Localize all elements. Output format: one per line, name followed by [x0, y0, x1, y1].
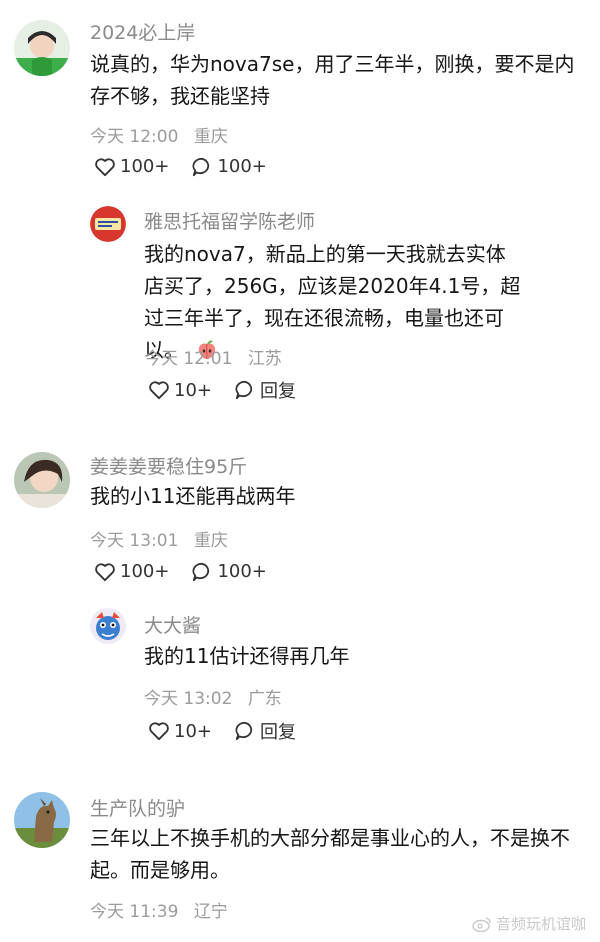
comment-text: 三年以上不换手机的大部分都是事业心的人，不是换不起。而是够用。 [90, 826, 570, 882]
comment-bubble-icon [192, 562, 210, 581]
reply-text: 我的11估计还得再几年 [144, 644, 350, 668]
like-button[interactable]: 10+ [148, 721, 212, 742]
reply-button[interactable]: 回复 [234, 377, 296, 403]
like-count: 10+ [174, 379, 212, 401]
avatar[interactable] [14, 20, 70, 76]
comment-bubble-icon [192, 157, 210, 176]
like-button[interactable]: 100+ [94, 561, 169, 582]
comment-meta: 今天 11:39 辽宁 [90, 897, 238, 922]
reply-username[interactable]: 大大酱 [144, 611, 201, 638]
reply-count-button[interactable]: 100+ [191, 156, 267, 177]
heart-icon [149, 722, 169, 741]
avatar[interactable] [14, 452, 70, 508]
weibo-icon [472, 916, 491, 932]
reply-actions: 10+ 回复 [148, 377, 318, 403]
like-count: 100+ [120, 561, 170, 582]
reply-label: 回复 [260, 722, 296, 743]
comment-feed: 2024必上岸 说真的，华为nova7se，用了三年半，刚换，要不是内存不够，我… [0, 0, 600, 942]
comment-bubble-icon [235, 721, 253, 741]
heart-icon [149, 381, 169, 400]
comment-text: 说真的，华为nova7se，用了三年半，刚换，要不是内存不够，我还能坚持 [90, 52, 575, 108]
comment-meta: 今天 12:00 重庆 [90, 122, 238, 147]
heart-icon [95, 562, 115, 581]
reply-avatar[interactable] [90, 608, 126, 644]
comment-text: 我的小11还能再战两年 [90, 484, 296, 508]
comment-meta: 今天 13:01 重庆 [90, 526, 238, 551]
comment-time: 今天 13:01 [90, 531, 179, 551]
reply-count: 100+ [217, 156, 267, 177]
reply-actions: 10+ 回复 [148, 718, 318, 744]
comment-username[interactable]: 生产队的驴 [90, 794, 185, 821]
comment-actions: 100+ 100+ [94, 561, 289, 582]
like-count: 100+ [120, 156, 170, 177]
reply-label: 回复 [260, 381, 296, 402]
comment-time: 今天 11:39 [90, 902, 179, 922]
reply-button[interactable]: 回复 [234, 718, 296, 744]
reply-location: 江苏 [247, 349, 282, 369]
comment-username[interactable]: 姜姜姜要稳住95斤 [90, 452, 247, 479]
watermark: 音频玩机谊咖 [472, 913, 586, 934]
like-button[interactable]: 100+ [94, 156, 169, 177]
watermark-text: 音频玩机谊咖 [495, 915, 586, 933]
reply-count-button[interactable]: 100+ [191, 561, 267, 582]
like-count: 10+ [174, 720, 212, 742]
reply-time: 今天 12:01 [144, 349, 233, 369]
heart-icon [95, 157, 115, 176]
reply-meta: 今天 13:02 广东 [144, 684, 292, 709]
comment-location: 重庆 [193, 127, 228, 147]
reply-avatar[interactable] [90, 206, 126, 242]
comment-username[interactable]: 2024必上岸 [90, 18, 195, 45]
reply-username[interactable]: 雅思托福留学陈老师 [144, 207, 315, 234]
like-button[interactable]: 10+ [148, 380, 212, 401]
avatar[interactable] [14, 792, 70, 848]
comment-bubble-icon [235, 380, 253, 400]
comment-actions: 100+ 100+ [94, 156, 289, 177]
reply-location: 广东 [247, 689, 282, 709]
comment-time: 今天 12:00 [90, 127, 179, 147]
comment-location: 重庆 [193, 531, 228, 551]
reply-count: 100+ [217, 561, 267, 582]
reply-time: 今天 13:02 [144, 689, 233, 709]
reply-meta: 今天 12:01 江苏 [144, 344, 292, 369]
comment-location: 辽宁 [193, 902, 228, 922]
